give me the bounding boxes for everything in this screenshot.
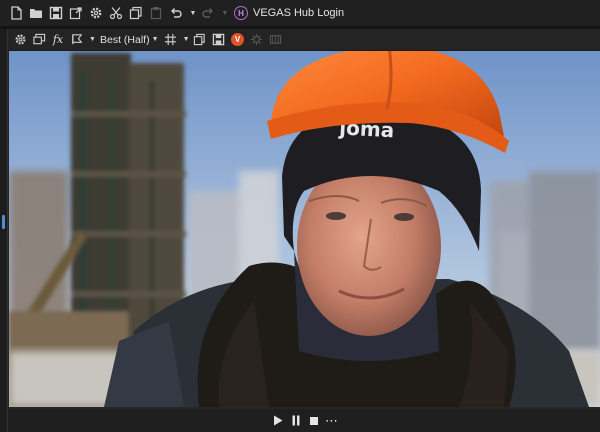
redo-history-dropdown[interactable]: ▼ — [218, 3, 230, 23]
play-button[interactable] — [270, 413, 286, 429]
vegas-effects-button[interactable]: V — [229, 31, 247, 49]
external-monitor-button[interactable] — [30, 31, 48, 49]
pause-icon — [292, 415, 299, 426]
monitor-icon — [32, 33, 45, 45]
save-icon — [212, 33, 225, 46]
paste-button[interactable] — [146, 3, 166, 23]
folder-icon — [30, 9, 42, 18]
preview-quality-value: Best (Half) — [100, 33, 150, 46]
redo-icon — [202, 8, 213, 18]
preview-properties-button[interactable] — [11, 31, 29, 49]
copy-icon — [193, 33, 205, 46]
dock-resize-handle[interactable] — [2, 215, 5, 229]
more-icon: ⋯ — [325, 413, 338, 428]
preview-toolbar: fx ▼ Best (Half) ▼ ▼ V — [8, 29, 600, 51]
grid-icon — [164, 33, 177, 46]
undo-button[interactable] — [166, 3, 186, 23]
copy-icon — [129, 6, 142, 20]
redo-button[interactable] — [198, 3, 218, 23]
undo-history-dropdown[interactable]: ▼ — [186, 3, 198, 23]
chevron-down-icon: ▼ — [189, 9, 197, 17]
overlays-button[interactable] — [162, 31, 180, 49]
vegas-logo-icon: V — [231, 33, 245, 46]
vegas-hub-login-link[interactable]: VEGAS Hub Login — [253, 7, 344, 19]
copy-button[interactable] — [126, 3, 146, 23]
color-wheel-icon — [250, 33, 263, 46]
render-as-button[interactable] — [66, 3, 86, 23]
video-fx-button[interactable]: fx — [49, 31, 67, 49]
export-icon — [69, 7, 82, 20]
save-snapshot-button[interactable] — [210, 31, 228, 49]
more-options-button[interactable]: ⋯ — [324, 413, 340, 429]
overlays-dropdown[interactable]: ▼ — [181, 31, 190, 49]
stop-button[interactable] — [306, 413, 322, 429]
split-screen-button[interactable] — [68, 31, 86, 49]
fx-icon: fx — [52, 33, 64, 46]
split-screen-icon — [71, 34, 82, 45]
gear-icon — [90, 7, 102, 19]
stop-icon — [309, 416, 318, 425]
preview-quality-dropdown[interactable]: Best (Half) ▼ — [97, 34, 162, 46]
save-button[interactable] — [46, 3, 66, 23]
chevron-down-icon: ▼ — [182, 36, 190, 43]
main-toolbar: ▼ ▼ H VEGAS Hub Login — [0, 0, 600, 26]
chevron-down-icon: ▼ — [221, 9, 229, 17]
save-icon — [49, 6, 63, 20]
paste-icon — [150, 7, 162, 20]
scopes-icon — [269, 35, 282, 44]
waveform-button[interactable] — [267, 31, 285, 49]
open-project-button[interactable] — [26, 3, 46, 23]
split-screen-dropdown[interactable]: ▼ — [87, 31, 96, 49]
video-preview-panel: fx ▼ Best (Half) ▼ ▼ V joma ⋯ — [7, 29, 600, 432]
cut-button[interactable] — [106, 3, 126, 23]
new-project-button[interactable] — [6, 3, 26, 23]
play-icon — [273, 415, 282, 426]
video-preview-frame[interactable]: joma — [9, 51, 600, 407]
pause-button[interactable] — [288, 413, 304, 429]
properties-button[interactable] — [86, 3, 106, 23]
video-frame-image: joma — [9, 51, 600, 407]
undo-icon — [171, 8, 182, 18]
chevron-down-icon: ▼ — [151, 36, 159, 43]
color-grading-button[interactable] — [248, 31, 266, 49]
new-file-icon — [11, 6, 22, 20]
playback-transport: ⋯ — [8, 409, 600, 432]
copy-snapshot-button[interactable] — [191, 31, 209, 49]
scissors-icon — [109, 7, 123, 20]
vegas-hub-icon[interactable]: H — [234, 6, 248, 20]
chevron-down-icon: ▼ — [89, 36, 96, 43]
gear-icon — [14, 34, 26, 45]
left-dock-strip — [0, 29, 7, 432]
